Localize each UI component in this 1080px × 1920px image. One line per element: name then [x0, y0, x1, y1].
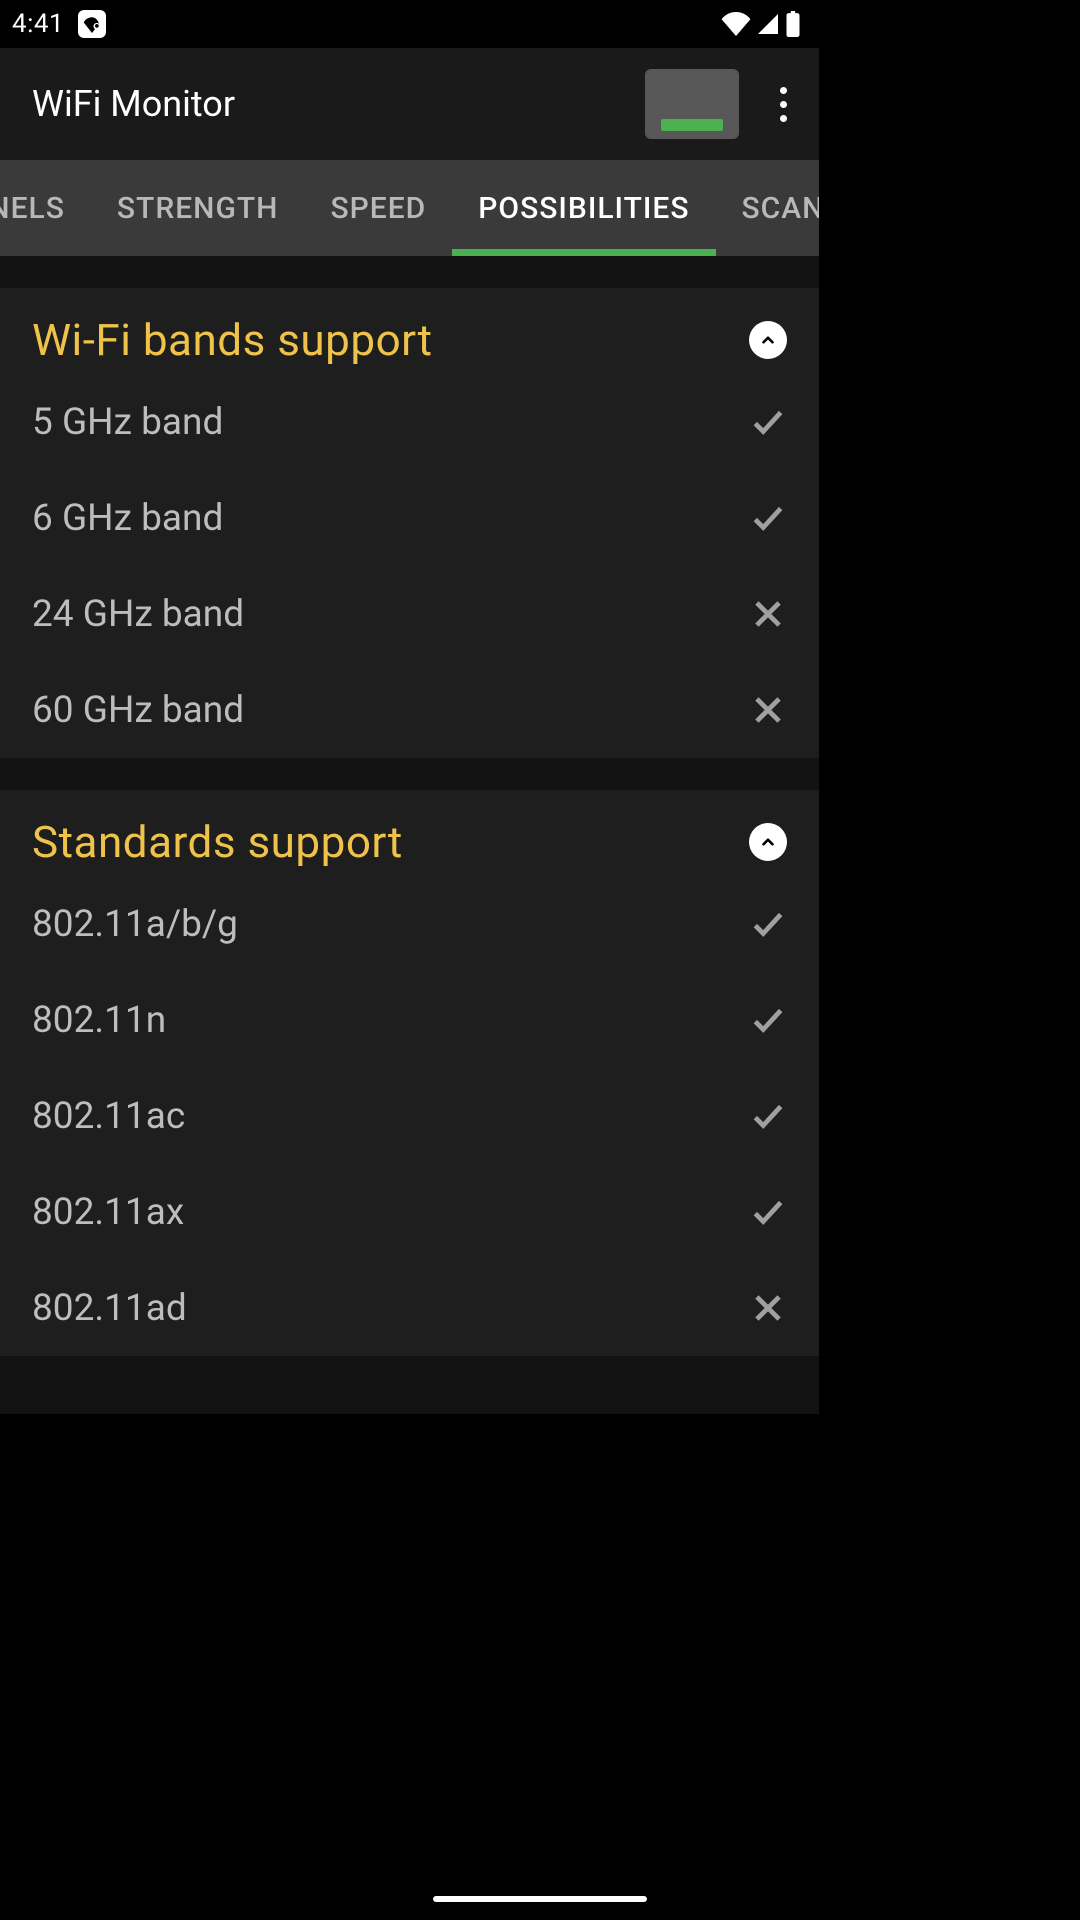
app-bar: WiFi Monitor	[0, 48, 819, 160]
list-item: 802.11n	[32, 972, 787, 1068]
status-left: 4:41	[12, 9, 106, 39]
status-time: 4:41	[12, 9, 64, 39]
row-label: 6 GHz band	[32, 497, 223, 540]
system-nav-bar	[0, 1878, 1080, 1920]
check-icon	[749, 905, 787, 943]
chevron-up-icon[interactable]	[749, 823, 787, 861]
tab-label: SCAN	[742, 191, 820, 226]
list-item: 802.11ac	[32, 1068, 787, 1164]
close-icon	[749, 595, 787, 633]
tab-bar: NNELS STRENGTH SPEED POSSIBILITIES SCAN	[0, 160, 819, 256]
row-label: 802.11a/b/g	[32, 903, 238, 946]
check-icon	[749, 1001, 787, 1039]
row-label: 802.11n	[32, 999, 166, 1042]
row-label: 5 GHz band	[32, 401, 223, 444]
content-scroll[interactable]: Wi-Fi bands support 5 GHz band 6 GHz band 2…	[0, 256, 819, 1414]
tab-strength[interactable]: STRENGTH	[91, 160, 305, 256]
row-label: 802.11ax	[32, 1191, 184, 1234]
check-icon	[749, 499, 787, 537]
status-bar: 4:41	[0, 0, 819, 48]
tab-label: SPEED	[330, 191, 426, 226]
more-menu-button[interactable]	[765, 87, 801, 122]
tab-speed[interactable]: SPEED	[304, 160, 452, 256]
signal-bar	[661, 119, 723, 131]
list-item: 802.11ad	[32, 1260, 787, 1356]
list-item: 802.11a/b/g	[32, 876, 787, 972]
notification-icon	[78, 10, 106, 38]
list-item: 60 GHz band	[32, 662, 787, 758]
row-label: 60 GHz band	[32, 689, 244, 732]
section: Wi-Fi bands support 5 GHz band 6 GHz band 2…	[0, 288, 819, 758]
chevron-up-icon[interactable]	[749, 321, 787, 359]
list-item: 24 GHz band	[32, 566, 787, 662]
tab-label: NNELS	[0, 191, 65, 226]
tab-label: POSSIBILITIES	[478, 191, 689, 226]
close-icon	[749, 1289, 787, 1327]
tab-nnels[interactable]: NNELS	[0, 160, 91, 256]
list-item: 802.11ax	[32, 1164, 787, 1260]
section-title: Wi-Fi bands support	[32, 314, 433, 366]
cellular-icon	[755, 12, 781, 36]
check-icon	[749, 403, 787, 441]
row-label: 802.11ac	[32, 1095, 185, 1138]
wifi-icon	[721, 12, 751, 36]
section-header[interactable]: Wi-Fi bands support	[32, 288, 787, 374]
battery-icon	[785, 11, 801, 37]
check-icon	[749, 1097, 787, 1135]
nav-handle[interactable]	[433, 1896, 647, 1902]
check-icon	[749, 1193, 787, 1231]
signal-strength-widget[interactable]	[645, 69, 739, 139]
list-item: 5 GHz band	[32, 374, 787, 470]
section: Standards support 802.11a/b/g 802.11n 802.1…	[0, 790, 819, 1356]
section-header[interactable]: Standards support	[32, 790, 787, 876]
close-icon	[749, 691, 787, 729]
app-title: WiFi Monitor	[32, 83, 645, 125]
list-item: 6 GHz band	[32, 470, 787, 566]
tab-scan[interactable]: SCAN	[716, 160, 820, 256]
tab-label: STRENGTH	[117, 191, 279, 226]
section-title: Standards support	[32, 816, 403, 868]
tab-possibilities[interactable]: POSSIBILITIES	[452, 160, 715, 256]
row-label: 802.11ad	[32, 1287, 187, 1330]
row-label: 24 GHz band	[32, 593, 244, 636]
status-right	[721, 11, 801, 37]
